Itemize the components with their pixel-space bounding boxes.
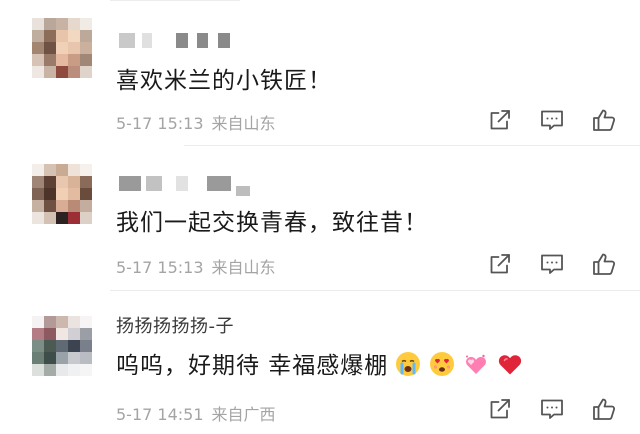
like-button[interactable] [590,106,618,134]
hearts-emoji [462,350,490,378]
share-button[interactable] [486,106,514,134]
share-button[interactable] [486,250,514,278]
thumbs-up-icon [593,398,616,420]
username-redacted[interactable] [119,176,141,191]
username-redacted[interactable] [119,33,135,48]
comment-actions [486,250,616,278]
username-redacted [236,186,250,196]
share-button[interactable] [486,395,514,423]
like-button[interactable] [590,395,618,423]
comment-meta: 5-17 14:51 来自广西 [116,401,276,425]
heart-eyes-face-emoji [428,350,456,378]
comment-time: 5-17 14:51 [116,405,204,424]
crying-face-emoji [394,350,422,378]
share-icon [490,399,510,419]
comment-text: 呜呜，好期待 幸福感爆棚 [116,346,524,380]
comment-item: 我们一起交换青春，致往昔！ 5-17 15:13 来自山东 [0,146,640,291]
comment-location: 来自山东 [211,114,276,133]
username-redacted [176,176,188,191]
avatar[interactable] [32,316,100,386]
thumbs-up-icon [593,253,616,275]
comment-list: 喜欢米兰的小铁匠！ 5-17 15:13 来自山东 我们一起交换青春，致往昔！ … [0,0,640,434]
comment-actions [486,106,616,134]
comment-icon [541,110,563,130]
avatar[interactable] [32,164,100,234]
divider [110,0,240,1]
comment-text-body: 呜呜，好期待 幸福感爆棚 [116,353,389,379]
comment-location: 来自山东 [211,258,276,277]
comment-time: 5-17 15:13 [116,258,204,277]
comment-item: 喜欢米兰的小铁匠！ 5-17 15:13 来自山东 [0,0,640,146]
username-redacted [207,176,231,191]
username-redacted [218,33,230,48]
comment-time: 5-17 15:13 [116,114,204,133]
comment-actions [486,395,616,423]
reply-button[interactable] [538,250,566,278]
comment-text: 喜欢米兰的小铁匠！ [116,68,332,94]
comment-item: 扬扬扬扬扬-子 呜呜，好期待 幸福感爆棚 5-17 14:51 来自广西 [0,290,640,434]
comment-meta: 5-17 15:13 来自山东 [116,110,276,134]
username[interactable]: 扬扬扬扬扬-子 [116,312,234,338]
comment-text: 我们一起交换青春，致往昔！ [116,210,428,236]
comment-icon [541,254,563,274]
username-redacted [176,33,188,48]
red-heart-emoji [496,350,524,378]
username-redacted [146,176,162,191]
share-icon [490,254,510,274]
username-redacted [142,33,152,48]
avatar[interactable] [32,18,100,88]
reply-button[interactable] [538,106,566,134]
share-icon [490,110,510,130]
like-button[interactable] [590,250,618,278]
reply-button[interactable] [538,395,566,423]
comment-location: 来自广西 [211,405,276,424]
thumbs-up-icon [593,109,616,131]
username-redacted [197,33,208,48]
comment-meta: 5-17 15:13 来自山东 [116,254,276,278]
comment-icon [541,399,563,419]
